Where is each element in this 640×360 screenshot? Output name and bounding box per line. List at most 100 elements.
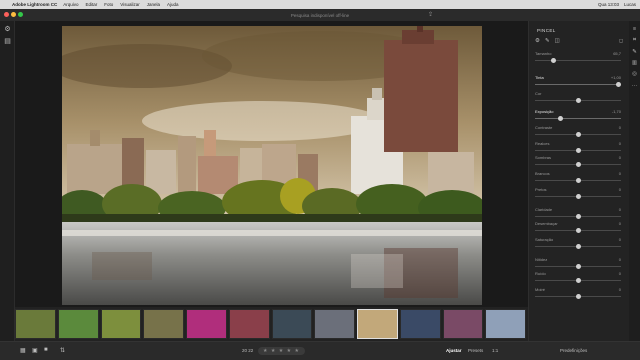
filmstrip-thumbnail[interactable]: [143, 309, 184, 339]
square-grid-icon[interactable]: ▣: [32, 347, 38, 354]
photo-viewer: [15, 21, 528, 307]
edited-photo[interactable]: [62, 26, 482, 305]
slider-value[interactable]: 0: [619, 257, 621, 262]
slider-1[interactable]: Tinta +1,00: [535, 75, 621, 89]
brush-panel: PINCEL ⚙ ✎ ◫ ◻ Tamanho 65,7 Tinta +1,00 Cor E…: [528, 21, 629, 341]
slider-knob[interactable]: [575, 264, 581, 269]
slider-8[interactable]: Pretos 0: [535, 187, 621, 201]
filmstrip-thumbnail[interactable]: [15, 309, 56, 339]
minimize-window-button[interactable]: [11, 12, 16, 17]
filmstrip-thumbnail[interactable]: [314, 309, 355, 339]
slider-knob[interactable]: [575, 162, 581, 167]
zoom-window-button[interactable]: [18, 12, 23, 17]
slider-5[interactable]: Realces 0: [535, 141, 621, 155]
slider-knob[interactable]: [575, 294, 581, 299]
slider-knob[interactable]: [575, 214, 581, 219]
slider-label: Saturação: [535, 237, 554, 242]
slider-value[interactable]: 0: [619, 221, 621, 226]
menu-bar: Adobe Lightroom CC Arquivo Editar Foto V…: [0, 0, 640, 9]
menu-ajuda[interactable]: Ajuda: [167, 2, 179, 7]
eraser-icon[interactable]: ◫: [555, 38, 560, 44]
slider-track[interactable]: [535, 84, 621, 85]
sort-icon[interactable]: ⇅: [60, 347, 65, 354]
slider-6[interactable]: Sombras 0: [535, 155, 621, 169]
window-title-bar: Pesquisa indisponível off-line ⇪: [0, 9, 640, 21]
slider-12[interactable]: Nitidez 0: [535, 257, 621, 271]
share-icon[interactable]: ⇪: [428, 11, 433, 18]
grid-view-icon[interactable]: ▦: [20, 347, 26, 354]
filmstrip-thumbnail[interactable]: [228, 309, 270, 339]
filmstrip-thumbnail[interactable]: [357, 309, 398, 339]
slider-value[interactable]: 0: [619, 171, 621, 176]
right-tool-strip: ≡ ⌗ ✎ ▥ ◎ …: [629, 21, 640, 341]
slider-value[interactable]: 0: [619, 187, 621, 192]
slider-knob[interactable]: [575, 194, 581, 199]
slider-value[interactable]: -1,70: [612, 109, 621, 114]
slider-value[interactable]: 0: [619, 155, 621, 160]
slider-knob[interactable]: [575, 148, 581, 153]
menu-editar[interactable]: Editar: [86, 2, 98, 7]
slider-knob[interactable]: [575, 278, 581, 283]
crop-icon[interactable]: ⌗: [629, 37, 640, 44]
slider-knob[interactable]: [575, 132, 581, 137]
menu-foto[interactable]: Foto: [104, 2, 113, 7]
zoom-button[interactable]: 1:1: [492, 348, 498, 353]
slider-label: Desembaçar: [535, 221, 558, 226]
filmstrip-thumbnail[interactable]: [100, 309, 142, 339]
close-window-button[interactable]: [4, 12, 9, 17]
slider-0[interactable]: Tamanho 65,7: [535, 51, 621, 65]
slider-value[interactable]: 0: [619, 125, 621, 130]
slider-value[interactable]: 0: [619, 287, 621, 292]
brush-tool-icon[interactable]: ✎: [545, 38, 550, 44]
single-view-icon[interactable]: ■: [44, 347, 48, 353]
slider-knob[interactable]: [575, 228, 581, 233]
slider-track[interactable]: [535, 118, 621, 119]
slider-knob[interactable]: [551, 58, 557, 63]
slider-13[interactable]: Ruído 0: [535, 271, 621, 285]
slider-value[interactable]: 0: [619, 207, 621, 212]
radial-gradient-icon[interactable]: ◎: [629, 71, 640, 77]
slider-9[interactable]: Claridade 0: [535, 207, 621, 221]
ajustar-button[interactable]: Ajustar: [446, 348, 462, 353]
slider-knob[interactable]: [575, 244, 581, 249]
presets-button[interactable]: Presets: [468, 348, 483, 353]
slider-3[interactable]: Exposição -1,70: [535, 109, 621, 123]
linear-gradient-icon[interactable]: ▥: [629, 60, 640, 66]
edit-sliders-icon[interactable]: ≡: [629, 26, 640, 32]
user-name[interactable]: Lucas: [624, 2, 636, 7]
slider-7[interactable]: Brancos 0: [535, 171, 621, 185]
slider-14[interactable]: Moiré 0: [535, 287, 621, 301]
brush-icon[interactable]: ✎: [629, 49, 640, 55]
slider-value[interactable]: 0: [619, 271, 621, 276]
slider-value[interactable]: 65,7: [613, 51, 621, 56]
filmstrip-thumbnail[interactable]: [271, 309, 313, 339]
slider-value[interactable]: 0: [619, 237, 621, 242]
filmstrip-thumbnail[interactable]: [442, 309, 484, 339]
brush-gear-icon[interactable]: ⚙: [535, 38, 540, 44]
library-icon[interactable]: ▤: [0, 37, 15, 45]
predefinicoes-button[interactable]: Predefinições: [560, 348, 587, 353]
slider-4[interactable]: Contraste 0: [535, 125, 621, 139]
gear-icon[interactable]: ⚙: [0, 25, 15, 33]
more-icon[interactable]: …: [629, 82, 640, 88]
slider-value[interactable]: 0: [619, 141, 621, 146]
menu-visualizar[interactable]: Visualizar: [120, 2, 139, 7]
slider-knob[interactable]: [615, 82, 621, 87]
slider-knob[interactable]: [575, 98, 581, 103]
slider-value[interactable]: +1,00: [611, 75, 621, 80]
slider-track[interactable]: [535, 60, 621, 61]
menu-arquivo[interactable]: Arquivo: [63, 2, 78, 7]
slider-knob[interactable]: [575, 178, 581, 183]
filmstrip-thumbnail[interactable]: [485, 309, 526, 339]
slider-2[interactable]: Cor: [535, 91, 621, 105]
panel-close-icon[interactable]: ◻: [619, 38, 623, 44]
slider-10[interactable]: Desembaçar 0: [535, 221, 621, 235]
star-rating[interactable]: ★ ★ ★ ★ ★: [258, 347, 305, 355]
filmstrip-thumbnail[interactable]: [57, 309, 99, 339]
menu-janela[interactable]: Janela: [147, 2, 160, 7]
slider-11[interactable]: Saturação 0: [535, 237, 621, 251]
filmstrip-thumbnail[interactable]: [399, 309, 441, 339]
filmstrip-thumbnail[interactable]: [186, 309, 227, 339]
slider-knob[interactable]: [558, 116, 564, 121]
app-name-menu[interactable]: Adobe Lightroom CC: [12, 2, 57, 7]
